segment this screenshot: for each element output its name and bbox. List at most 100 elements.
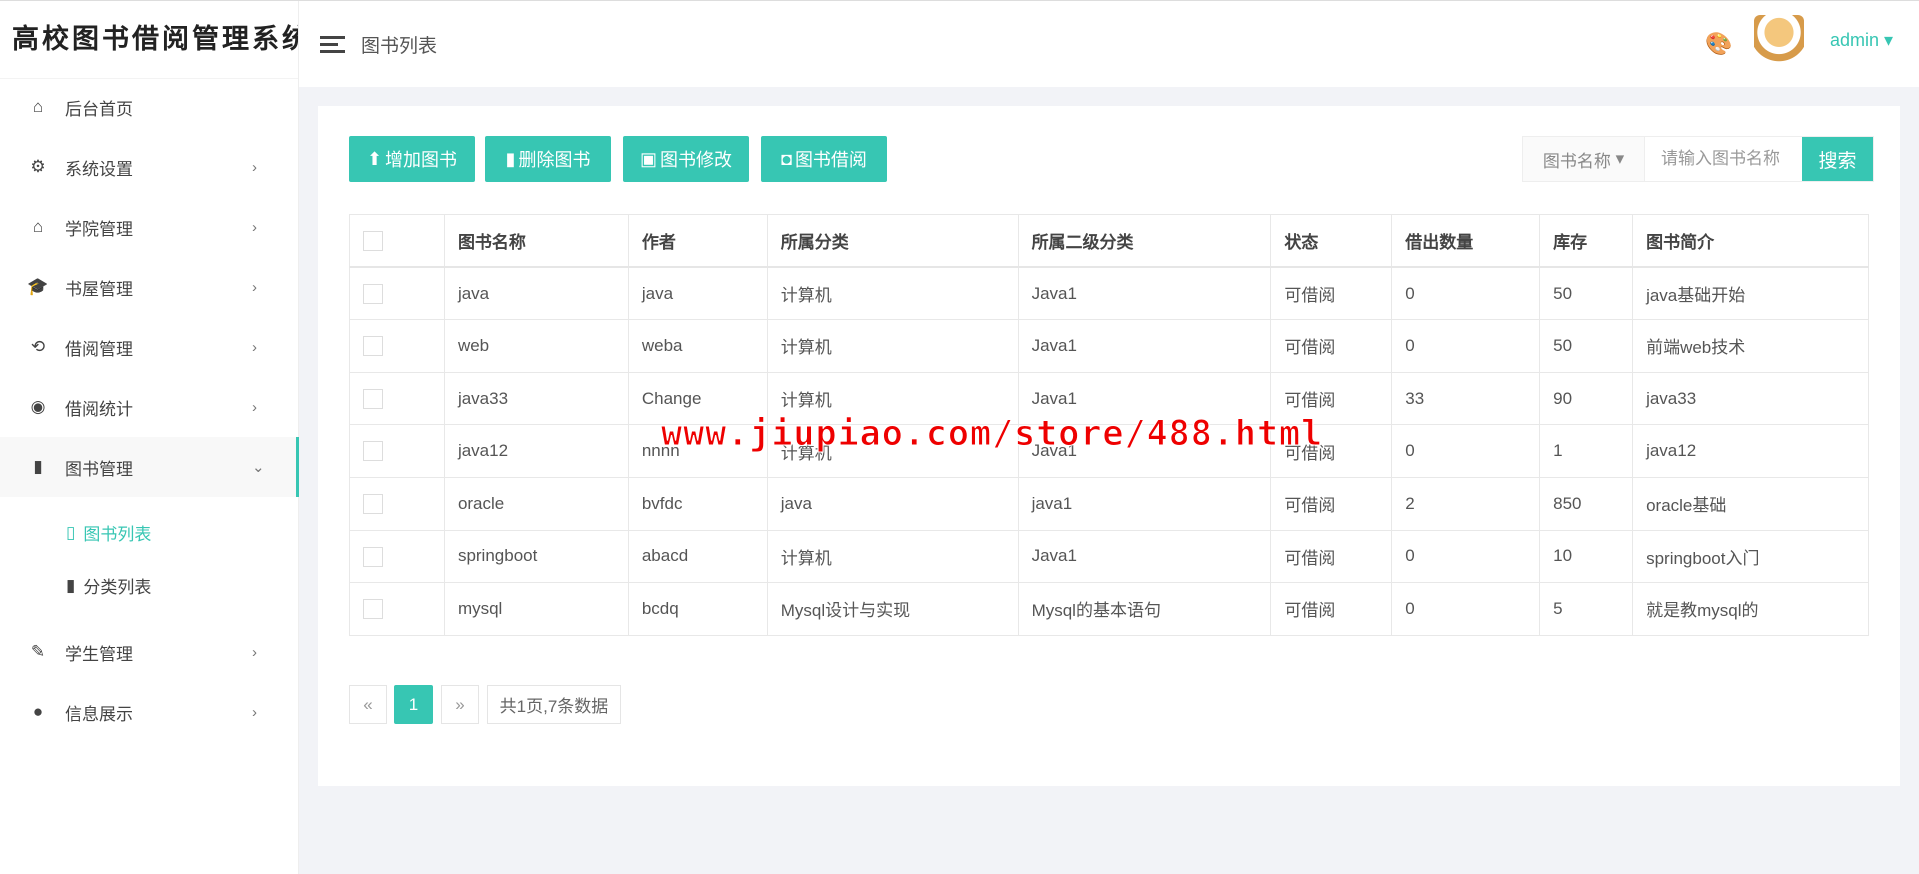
sidebar-subitem-book-list[interactable]: ▯ 图书列表 — [66, 520, 151, 545]
column-header: 图书简介 — [1632, 214, 1869, 269]
table-cell: Mysql设计与实现 — [766, 582, 1019, 636]
column-header: 库存 — [1539, 214, 1634, 269]
table-cell: 就是教mysql的 — [1632, 582, 1869, 636]
sidebar-item-8[interactable]: ● 信息展示 › — [0, 682, 299, 742]
table-cell: 可借阅 — [1270, 319, 1393, 373]
row-checkbox-cell — [349, 424, 445, 478]
header: 图书列表 🎨 admin ▾ — [299, 1, 1919, 87]
user-menu[interactable]: admin ▾ — [1830, 30, 1893, 51]
chevron-icon: › — [252, 703, 257, 721]
sidebar-item-4[interactable]: ⟲ 借阅管理 › — [0, 317, 299, 377]
table-cell: mysql — [443, 582, 629, 636]
select-all-checkbox[interactable] — [363, 230, 383, 251]
row-checkbox[interactable] — [363, 388, 383, 409]
table-cell: abacd — [627, 529, 768, 584]
chevron-icon: › — [252, 218, 257, 236]
table-cell: java — [627, 266, 768, 321]
card-icon: ▣ — [639, 148, 657, 169]
house-icon: ⌂ — [32, 217, 44, 236]
table-cell: java12 — [1632, 424, 1869, 478]
row-checkbox[interactable] — [363, 494, 383, 515]
table-cell: Mysql的基本语句 — [1017, 582, 1272, 636]
sidebar-item-1[interactable]: ⚙ 系统设置 › — [0, 137, 299, 197]
table-cell: 50 — [1539, 266, 1634, 321]
column-header: 借出数量 — [1391, 214, 1541, 269]
table-cell: java33 — [443, 371, 629, 426]
table-cell: java — [766, 476, 1019, 531]
sidebar-item-5[interactable]: ◉ 借阅统计 › — [0, 377, 299, 437]
table-cell: 0 — [1391, 424, 1541, 478]
sidebar-item-3[interactable]: 🎓 书屋管理 › — [0, 257, 299, 317]
add-book-button[interactable]: ⬆ 增加图书 — [349, 136, 475, 182]
table-cell: 计算机 — [766, 266, 1019, 321]
arrow-up-icon: ⬆ — [366, 148, 383, 169]
clipboard-icon: ▮ — [33, 457, 43, 476]
chevron-icon: › — [252, 398, 257, 416]
table-cell: 90 — [1539, 371, 1634, 426]
box-icon: ◘ — [781, 148, 792, 169]
table-cell: 0 — [1391, 529, 1541, 584]
search-bar: 图书名称 ▾ 搜索 — [1522, 136, 1874, 182]
row-checkbox[interactable] — [363, 546, 383, 567]
table-row: web weba 计算机 Java1 可借阅 0 50 前端web技术 — [349, 319, 1869, 373]
table-cell: 33 — [1391, 371, 1541, 426]
table-cell: springboot入门 — [1632, 529, 1869, 584]
column-header: 所属二级分类 — [1017, 214, 1272, 269]
table-cell: 0 — [1391, 582, 1541, 636]
row-checkbox-cell — [349, 266, 445, 321]
table-cell: 1 — [1539, 424, 1634, 478]
refresh-icon: ⟲ — [30, 337, 46, 356]
chevron-icon: › — [252, 158, 257, 176]
column-header: 图书名称 — [443, 214, 629, 269]
row-checkbox[interactable] — [363, 336, 383, 357]
user-icon: ● — [32, 702, 44, 721]
table-cell: java12 — [443, 424, 629, 478]
table-cell: 0 — [1391, 319, 1541, 373]
search-field-select[interactable]: 图书名称 ▾ — [1523, 137, 1645, 181]
sidebar-item-2[interactable]: ⌂ 学院管理 › — [0, 197, 299, 257]
table-cell: 2 — [1391, 476, 1541, 531]
trash-icon: ▮ — [505, 148, 516, 169]
table-cell: java1 — [1017, 476, 1272, 531]
table-cell: weba — [627, 319, 768, 373]
table-row: mysql bcdq Mysql设计与实现 Mysql的基本语句 可借阅 0 5 就是教mys… — [349, 582, 1869, 636]
row-checkbox[interactable] — [363, 441, 383, 462]
table-cell: 0 — [1391, 266, 1541, 321]
table-cell: 可借阅 — [1270, 582, 1393, 636]
edit-book-button[interactable]: ▣ 图书修改 — [623, 136, 749, 182]
row-checkbox[interactable] — [363, 599, 383, 620]
table-cell: 可借阅 — [1270, 476, 1393, 531]
delete-book-button[interactable]: ▮ 删除图书 — [485, 136, 611, 182]
borrow-book-button[interactable]: ◘ 图书借阅 — [761, 136, 887, 182]
table-cell: oracle — [443, 476, 629, 531]
row-checkbox-cell — [349, 529, 445, 584]
column-header: 状态 — [1270, 214, 1393, 269]
next-page-button[interactable]: » — [441, 685, 479, 724]
avatar[interactable] — [1754, 15, 1804, 73]
select-all-checkbox-cell — [349, 214, 445, 269]
table-row: springboot abacd 计算机 Java1 可借阅 0 10 springboot入… — [349, 529, 1869, 584]
table-cell: springboot — [443, 529, 629, 584]
palette-icon[interactable]: 🎨 — [1705, 31, 1732, 57]
table-cell: 前端web技术 — [1632, 319, 1869, 373]
prev-page-button[interactable]: « — [349, 685, 387, 724]
table-cell: web — [443, 319, 629, 373]
sidebar-item-6[interactable]: ▮ 图书管理 ⌄ — [0, 437, 299, 497]
pencil-icon: ✎ — [30, 642, 46, 661]
page-1-button[interactable]: 1 — [394, 685, 433, 724]
search-input[interactable] — [1645, 137, 1802, 181]
sidebar-subitem-category-list[interactable]: ▮ 分类列表 — [66, 573, 151, 598]
aperture-icon: ◉ — [30, 397, 46, 416]
chevron-icon: ⌄ — [252, 459, 265, 476]
book-icon: ▯ — [66, 522, 76, 542]
search-button[interactable]: 搜索 — [1802, 137, 1873, 181]
sidebar-item-0[interactable]: ⌂ 后台首页 — [0, 77, 299, 137]
sidebar-item-7[interactable]: ✎ 学生管理 › — [0, 622, 299, 682]
menu-toggle-icon[interactable] — [320, 32, 345, 57]
row-checkbox[interactable] — [363, 283, 383, 304]
table-cell: 850 — [1539, 476, 1634, 531]
table-cell: 可借阅 — [1270, 266, 1393, 321]
chevron-icon: › — [252, 338, 257, 356]
page-title: 图书列表 — [361, 35, 438, 57]
table-cell: Java1 — [1017, 319, 1272, 373]
